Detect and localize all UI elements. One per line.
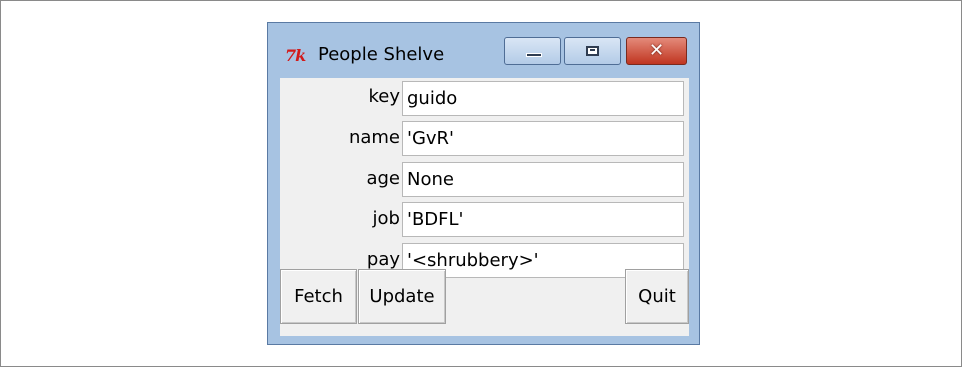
maximize-icon (586, 46, 599, 56)
key-field[interactable]: guido (402, 81, 684, 116)
window-title: People Shelve (318, 44, 445, 65)
title-bar[interactable]: 7k People Shelve ✕ (268, 23, 699, 77)
tk-icon: 7k (285, 46, 306, 65)
field-label-job: job (372, 208, 400, 229)
close-icon: ✕ (648, 40, 665, 61)
close-button[interactable]: ✕ (626, 37, 687, 65)
field-label-age: age (366, 168, 400, 189)
fetch-button[interactable]: Fetch (280, 269, 357, 324)
field-label-name: name (348, 127, 400, 148)
field-label-key: key (368, 86, 400, 107)
update-button[interactable]: Update (358, 269, 446, 324)
quit-button[interactable]: Quit (625, 269, 689, 324)
minimize-icon (526, 53, 542, 57)
age-field[interactable]: None (402, 162, 684, 197)
name-field[interactable]: 'GvR' (402, 121, 684, 156)
minimize-button[interactable] (504, 37, 561, 65)
field-label-pay: pay (366, 249, 400, 270)
maximize-button[interactable] (564, 37, 621, 65)
job-field[interactable]: 'BDFL' (402, 202, 684, 237)
people-shelve-window: 7k People Shelve ✕ key guido name 'GvR' … (267, 22, 700, 345)
